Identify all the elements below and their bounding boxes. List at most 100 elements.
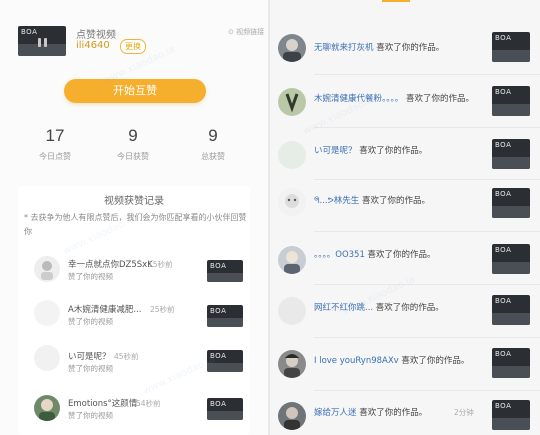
avatar[interactable] xyxy=(34,256,60,282)
stat-label: 今日点赞 xyxy=(39,152,71,161)
user-id: ili4640 xyxy=(76,40,110,51)
thumbnail-label: BOA xyxy=(210,400,227,408)
like-action: 喜欢了你的作品。 xyxy=(373,43,445,53)
like-text: ᖗ...ᕗ林先生 喜欢了你的作品。 xyxy=(314,194,430,206)
liked-video-thumbnail[interactable]: BOA xyxy=(492,86,530,116)
avatar[interactable] xyxy=(278,350,306,378)
thumbnail-label: BOA xyxy=(495,34,512,42)
list-item[interactable]: ᖗ...ᕗ林先生 喜欢了你的作品。 BOA xyxy=(270,180,540,232)
thumbnail-label: BOA xyxy=(495,141,512,149)
record-name: 幸一点就点你DZ5SxK xyxy=(68,260,153,270)
like-action: 喜欢了你的作品。 xyxy=(359,196,430,206)
record-time: 25秒前 xyxy=(150,305,175,314)
liker-name[interactable]: 木婉清健康代餐粉。。。。 xyxy=(314,94,403,104)
liker-name[interactable]: 。。。。OO351 xyxy=(314,250,365,260)
list-item[interactable]: I love youRyn98AXv 喜欢了你的作品。 BOA xyxy=(270,338,540,391)
thumbnail-label: BOA xyxy=(495,246,512,254)
liked-video-thumbnail[interactable]: BOA xyxy=(492,244,530,274)
avatar[interactable] xyxy=(278,141,306,169)
like-action: 喜欢了你的作品。 xyxy=(364,250,436,260)
stat-today-received: 9 今日获赞 xyxy=(98,126,168,162)
thumbnail-label: BOA xyxy=(495,350,512,358)
list-item[interactable]: 无聊就来打灰机 喜欢了你的作品。 BOA xyxy=(270,24,540,76)
record-time: 54秒前 xyxy=(136,399,161,408)
avatar[interactable] xyxy=(34,395,60,421)
avatar[interactable] xyxy=(278,188,306,216)
stat-label: 总获赞 xyxy=(201,152,225,161)
list-item[interactable]: 木婉清健康代餐粉。。。。 喜欢了你的作品。 BOA xyxy=(270,76,540,128)
liked-video-thumbnail[interactable]: BOA xyxy=(492,295,530,325)
record-name: い可是呢？ xyxy=(68,352,111,362)
thumbnail-label: BOA xyxy=(495,402,512,410)
record-video-thumbnail[interactable]: BOA xyxy=(207,350,243,372)
liker-name[interactable]: 网红不红你跳... xyxy=(314,303,373,313)
left-panel: BOA 点赞视频 ili4640 更换 开始互赞 17 今日点赞 9 今日获赞 … xyxy=(0,0,268,435)
thumbnail-label: BOA xyxy=(210,307,227,315)
like-action: 喜欢了你的作品。 xyxy=(398,356,470,366)
thumbnail-label: BOA xyxy=(495,190,512,198)
record-name: Emotions°这颜情 xyxy=(68,399,138,409)
like-text: 网红不红你跳... 喜欢了你的作品。 xyxy=(314,301,444,313)
records-notice: * 去获争为他人有限点赞后，我们会为你匹配享看的小伙伴回赞你 xyxy=(24,213,247,236)
stat-value: 9 xyxy=(128,126,138,145)
like-action: 喜欢了你的作品。 xyxy=(403,94,474,104)
active-tab-indicator xyxy=(382,0,410,2)
like-action: 喜欢了你的作品。 xyxy=(356,408,428,418)
record-time: 45秒前 xyxy=(114,352,139,361)
list-item[interactable]: 嫁给万人迷 喜欢了你的作品。 2分钟 BOA xyxy=(270,390,540,435)
stat-total-received: 9 总获赞 xyxy=(178,126,248,162)
record-sub: 赞了你的视频 xyxy=(68,272,113,281)
stat-value: 9 xyxy=(208,126,218,145)
record-time: 15秒前 xyxy=(148,260,173,269)
like-text: い可是呢？ 喜欢了你的作品。 xyxy=(314,144,427,156)
like-text: 嫁给万人迷 喜欢了你的作品。 xyxy=(314,406,427,418)
list-item[interactable]: い可是呢？ 喜欢了你的作品。 BOA xyxy=(270,128,540,180)
like-text: I love youRyn98AXv 喜欢了你的作品。 xyxy=(314,354,469,366)
thumbnail-label: BOA xyxy=(210,262,227,270)
liker-name[interactable]: ᖗ...ᕗ林先生 xyxy=(314,196,359,206)
avatar[interactable] xyxy=(278,402,306,430)
stat-label: 今日获赞 xyxy=(117,152,149,161)
thumbnail-label: BOA xyxy=(495,297,512,305)
row-divider xyxy=(314,74,540,75)
like-text: 无聊就来打灰机 喜欢了你的作品。 xyxy=(314,41,444,53)
record-sub: 赞了你的视频 xyxy=(68,411,113,420)
like-text: 木婉清健康代餐粉。。。。 喜欢了你的作品。 xyxy=(314,92,474,104)
change-button[interactable]: 更换 xyxy=(120,39,146,54)
avatar[interactable] xyxy=(34,300,60,326)
list-item[interactable]: 。。。。OO351 喜欢了你的作品。 BOA xyxy=(270,232,540,285)
list-item[interactable]: 网红不红你跳... 喜欢了你的作品。 BOA xyxy=(270,285,540,338)
record-sub: 赞了你的视频 xyxy=(68,317,113,326)
liker-name[interactable]: I love youRyn98AXv xyxy=(314,356,399,366)
like-action: 喜欢了你的作品。 xyxy=(356,146,428,156)
records-title: 视频获赞记录 xyxy=(104,196,164,207)
liked-video-thumbnail[interactable]: BOA xyxy=(492,188,530,218)
avatar[interactable] xyxy=(278,88,306,116)
record-video-thumbnail[interactable]: BOA xyxy=(207,305,243,327)
avatar[interactable] xyxy=(278,297,306,325)
video-link-label[interactable]: ⊙ 视频链接 xyxy=(228,27,264,37)
liked-video-thumbnail[interactable]: BOA xyxy=(492,139,530,169)
thumbnail-label: BOA xyxy=(21,28,38,36)
record-name: A木婉清健康减肥... xyxy=(68,305,142,315)
liker-name[interactable]: 无聊就来打灰机 xyxy=(314,43,374,53)
liker-name[interactable]: 嫁给万人迷 xyxy=(314,408,357,418)
stat-today-likes: 17 今日点赞 xyxy=(20,126,90,162)
liked-video-thumbnail[interactable]: BOA xyxy=(492,400,530,430)
start-like-button[interactable]: 开始互赞 xyxy=(64,79,206,103)
video-title: 点赞视频 xyxy=(76,30,116,41)
record-video-thumbnail[interactable]: BOA xyxy=(207,398,243,420)
avatar[interactable] xyxy=(34,345,60,371)
avatar[interactable] xyxy=(278,246,306,274)
avatar[interactable] xyxy=(278,34,306,62)
liked-video-thumbnail[interactable]: BOA xyxy=(492,348,530,378)
like-time: 2分钟 xyxy=(454,408,474,417)
liked-video-thumbnail[interactable]: BOA xyxy=(492,32,530,62)
thumbnail-label: BOA xyxy=(495,88,512,96)
record-video-thumbnail[interactable]: BOA xyxy=(207,260,243,282)
video-thumbnail[interactable]: BOA xyxy=(18,26,66,56)
liker-name[interactable]: い可是呢？ xyxy=(314,146,357,156)
like-action: 喜欢了你的作品。 xyxy=(373,303,444,313)
stat-value: 17 xyxy=(45,126,65,145)
likes-list: 无聊就来打灰机 喜欢了你的作品。 BOA 木婉清健康代餐粉。。。。 喜欢了你的作… xyxy=(270,0,540,435)
